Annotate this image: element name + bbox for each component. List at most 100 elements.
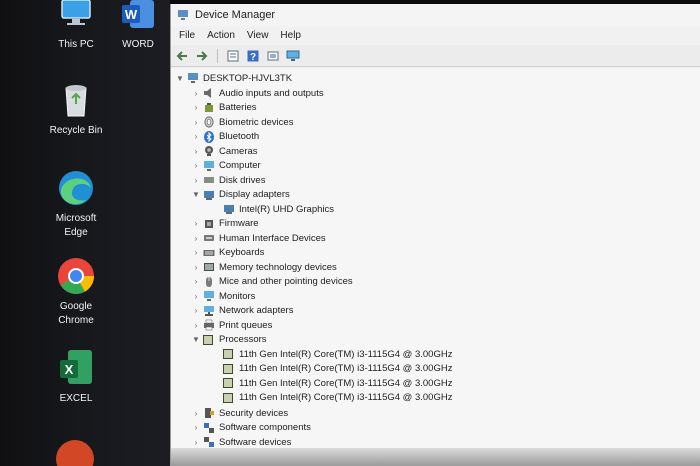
desktop-icon-label: Recycle Bin [49, 125, 103, 136]
tree-child-cpu[interactable]: 11th Gen Intel(R) Core(TM) i3-1115G4 @ 3… [221, 391, 452, 405]
tree-item-display-adapters[interactable]: ▼ Display adapters [191, 188, 290, 202]
menu-view[interactable]: View [241, 28, 275, 43]
tree-item-keyboards[interactable]: › Keyboards [191, 246, 265, 260]
powerpoint-icon[interactable] [56, 440, 94, 466]
tree-item-label: Batteries [219, 102, 257, 113]
tree-item-security[interactable]: › Security devices [191, 406, 289, 420]
chevron-right-icon[interactable]: › [191, 277, 201, 287]
chevron-down-icon[interactable]: ▼ [191, 190, 201, 200]
help-icon[interactable]: ? [246, 49, 260, 63]
desktop-icon-word[interactable]: W WORD [98, 0, 170, 52]
tree-item-label: Computer [219, 160, 261, 171]
chevron-right-icon[interactable]: › [191, 248, 201, 258]
chevron-right-icon[interactable]: › [191, 423, 201, 433]
properties-icon[interactable] [226, 49, 240, 63]
menu-action[interactable]: Action [201, 28, 241, 43]
tree-root[interactable]: ▼ DESKTOP-HJVL3TK [175, 71, 292, 85]
device-manager-window: Device Manager File Action View Help ? ▼ [170, 4, 700, 466]
chevron-right-icon[interactable]: › [191, 132, 201, 142]
tree-item-disk-drives[interactable]: › Disk drives [191, 173, 266, 187]
bluetooth-icon [204, 130, 214, 143]
tree-item-bluetooth[interactable]: › Bluetooth [191, 130, 259, 144]
monitor-icon [204, 291, 214, 301]
driver-icon[interactable] [266, 49, 280, 63]
tree-child-cpu[interactable]: 11th Gen Intel(R) Core(TM) i3-1115G4 @ 3… [221, 347, 452, 361]
menu-file[interactable]: File [173, 28, 201, 43]
tree-child-label: 11th Gen Intel(R) Core(TM) i3-1115G4 @ 3… [239, 392, 453, 403]
forward-icon[interactable] [195, 49, 209, 63]
tree-child-cpu[interactable]: 11th Gen Intel(R) Core(TM) i3-1115G4 @ 3… [221, 362, 452, 376]
tree-item-cameras[interactable]: › Cameras [191, 144, 258, 158]
tree-item-memory[interactable]: › Memory technology devices [191, 260, 337, 274]
desktop-icon-excel[interactable]: X EXCEL [36, 348, 116, 406]
chevron-right-icon[interactable]: › [191, 262, 201, 272]
chevron-right-icon[interactable]: › [191, 233, 201, 243]
tree-item-label: Cameras [219, 145, 258, 157]
svg-text:X: X [65, 362, 74, 377]
menu-bar: File Action View Help [171, 26, 700, 45]
chevron-right-icon[interactable]: › [191, 161, 201, 171]
desktop: This PC W WORD Recycle Bin Microsoft Edg… [0, 0, 170, 466]
tree-item-processors[interactable]: ▼ Processors [191, 333, 266, 347]
memory-icon [204, 263, 214, 271]
monitor-icon[interactable] [286, 49, 300, 63]
recycle-bin-icon [56, 80, 96, 120]
tree-item-mice[interactable]: › Mice and other pointing devices [191, 275, 353, 289]
disk-icon [204, 177, 214, 183]
tree-item-biometric[interactable]: › Biometric devices [191, 115, 293, 129]
desktop-icon-label: WORD [122, 39, 154, 50]
svg-text:?: ? [250, 52, 256, 62]
tree-item-label: Biometric devices [219, 116, 294, 128]
fingerprint-icon [204, 116, 214, 128]
desktop-icon-recycle-bin[interactable]: Recycle Bin [36, 80, 116, 138]
chevron-right-icon[interactable]: › [191, 117, 201, 127]
tree-child-label: 11th Gen Intel(R) Core(TM) i3-1115G4 @ 3… [239, 363, 453, 374]
tree-item-computer[interactable]: › Computer [191, 159, 261, 173]
tree-item-print-queues[interactable]: › Print queues [191, 318, 273, 332]
mouse-icon [206, 276, 212, 287]
chevron-down-icon[interactable]: ▼ [191, 335, 201, 345]
tree-child-gpu[interactable]: Intel(R) UHD Graphics [221, 202, 334, 216]
chevron-right-icon[interactable]: › [191, 103, 201, 113]
tree-item-audio[interactable]: › Audio inputs and outputs [191, 86, 324, 100]
chevron-down-icon[interactable]: ▼ [175, 73, 185, 83]
tree-child-label: Intel(R) UHD Graphics [239, 203, 335, 215]
chevron-right-icon[interactable]: › [191, 437, 201, 447]
processor-icon [223, 392, 233, 403]
processor-icon [223, 378, 233, 388]
tree-item-label: Keyboards [219, 247, 265, 258]
menu-help[interactable]: Help [274, 28, 307, 43]
chevron-right-icon[interactable]: › [191, 320, 201, 330]
tree-item-label: Software components [219, 422, 311, 433]
tree-item-monitors[interactable]: › Monitors [191, 289, 256, 303]
hid-icon [204, 235, 214, 241]
tree-item-software-devices[interactable]: › Software devices [191, 435, 292, 449]
window-title: Device Manager [195, 9, 276, 21]
tree-item-label: Security devices [219, 407, 289, 419]
chevron-right-icon[interactable]: › [191, 219, 201, 229]
desktop-icon-chrome[interactable]: Google Chrome [36, 256, 116, 328]
tree-item-firmware[interactable]: › Firmware [191, 217, 259, 231]
chevron-right-icon[interactable]: › [191, 306, 201, 316]
tree-item-batteries[interactable]: › Batteries [191, 101, 257, 115]
computer-icon [188, 73, 198, 83]
tree-item-software-components[interactable]: › Software components [191, 421, 311, 435]
chevron-right-icon[interactable]: › [191, 88, 201, 98]
tree-item-hid[interactable]: › Human Interface Devices [191, 231, 326, 245]
tree-item-label: Human Interface Devices [219, 232, 326, 244]
device-manager-app-icon [178, 10, 188, 20]
chevron-right-icon[interactable]: › [191, 291, 201, 301]
chevron-right-icon[interactable]: › [191, 175, 201, 185]
tree-item-label: Memory technology devices [219, 261, 337, 273]
back-icon[interactable] [175, 49, 189, 63]
title-bar[interactable]: Device Manager [171, 4, 700, 26]
svg-text:W: W [125, 7, 138, 22]
chevron-right-icon[interactable]: › [191, 146, 201, 156]
tree-child-cpu[interactable]: 11th Gen Intel(R) Core(TM) i3-1115G4 @ 3… [221, 376, 452, 390]
chevron-right-icon[interactable]: › [191, 408, 201, 418]
tree-child-label: 11th Gen Intel(R) Core(TM) i3-1115G4 @ 3… [239, 348, 453, 360]
desktop-icon-edge[interactable]: Microsoft Edge [36, 168, 116, 240]
toolbar-separator [217, 48, 218, 63]
tree-child-label: 11th Gen Intel(R) Core(TM) i3-1115G4 @ 3… [239, 377, 453, 389]
tree-item-network[interactable]: › Network adapters [191, 304, 294, 318]
